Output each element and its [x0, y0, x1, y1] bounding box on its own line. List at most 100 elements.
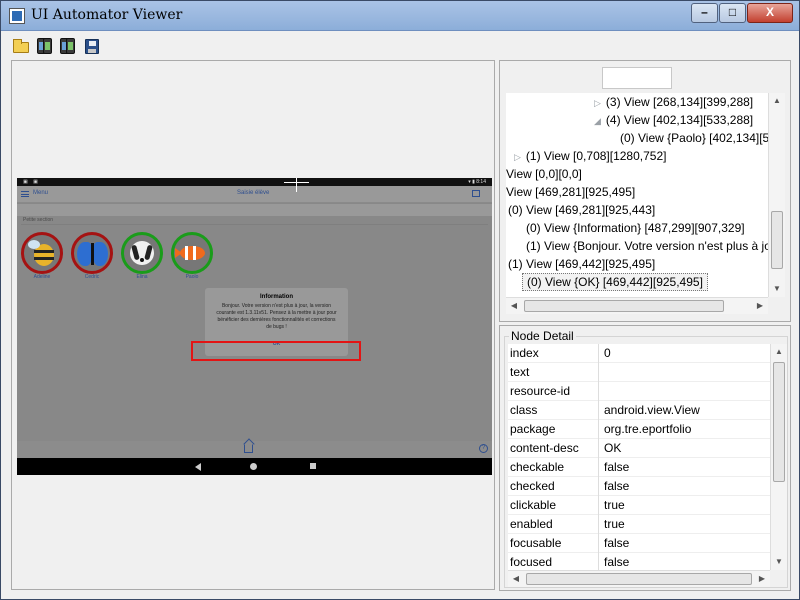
- selected-node-highlight: [191, 341, 361, 361]
- scroll-thumb[interactable]: [773, 362, 785, 482]
- column-divider: [598, 439, 599, 458]
- menu-label[interactable]: Menu: [33, 190, 48, 196]
- device-screenshot-compressed-icon[interactable]: [60, 38, 78, 54]
- column-divider: [598, 553, 599, 570]
- minimize-button[interactable]: –: [691, 3, 718, 23]
- student-avatar-adeline[interactable]: [21, 232, 63, 274]
- tree-vertical-scrollbar[interactable]: ▲ ▼: [768, 93, 785, 297]
- recents-icon[interactable]: [310, 463, 316, 469]
- home-icon[interactable]: [244, 444, 253, 453]
- scroll-thumb[interactable]: [524, 300, 724, 312]
- student-name: Paolo: [185, 274, 199, 280]
- detail-row[interactable]: index 0: [508, 344, 770, 363]
- section-label: Petite section: [23, 217, 54, 223]
- detail-row[interactable]: package org.tre.eportfolio: [508, 420, 770, 439]
- scroll-thumb[interactable]: [771, 211, 783, 269]
- detail-value[interactable]: [604, 365, 770, 381]
- tree-node[interactable]: (0) View {OK} [469,442][925,495]: [522, 273, 708, 291]
- scroll-down-icon[interactable]: ▼: [771, 554, 787, 570]
- detail-row[interactable]: focused false: [508, 553, 770, 570]
- hierarchy-filter-input[interactable]: [602, 67, 672, 89]
- column-divider: [598, 420, 599, 439]
- student-avatar-elina[interactable]: [121, 232, 163, 274]
- scroll-right-icon[interactable]: ▶: [752, 298, 768, 314]
- detail-row[interactable]: content-desc OK: [508, 439, 770, 458]
- scroll-up-icon[interactable]: ▲: [771, 344, 787, 360]
- scroll-left-icon[interactable]: ◀: [506, 298, 522, 314]
- tree-node[interactable]: (0) View {Paolo} [402,134][533,288]: [620, 129, 768, 147]
- detail-row[interactable]: class android.view.View: [508, 401, 770, 420]
- node-detail-table[interactable]: index 0 text resource-id class android.view.V…: [508, 344, 770, 570]
- detail-horizontal-scrollbar[interactable]: ◀ ▶: [508, 570, 770, 587]
- back-icon[interactable]: [195, 463, 201, 471]
- detail-value[interactable]: false: [604, 460, 770, 476]
- detail-row[interactable]: clickable true: [508, 496, 770, 515]
- scroll-left-icon[interactable]: ◀: [508, 571, 524, 587]
- scroll-down-icon[interactable]: ▼: [769, 281, 785, 297]
- detail-value[interactable]: false: [604, 536, 770, 552]
- detail-key: index: [510, 346, 539, 360]
- column-divider: [598, 458, 599, 477]
- student-name: Elina: [136, 274, 148, 280]
- tree-node-label: (3) View [268,134][399,288]: [605, 95, 754, 109]
- title-bar: UI Automator Viewer – □ X: [1, 1, 799, 31]
- detail-row[interactable]: checked false: [508, 477, 770, 496]
- detail-row[interactable]: focusable false: [508, 534, 770, 553]
- nav-home-icon[interactable]: [250, 463, 257, 470]
- detail-row[interactable]: enabled true: [508, 515, 770, 534]
- column-divider: [598, 344, 599, 363]
- tree-node[interactable]: (0) View [469,281][925,443]: [508, 201, 655, 219]
- tree-node[interactable]: (1) View [469,442][925,495]: [508, 255, 655, 273]
- floppy-disk-icon[interactable]: [85, 39, 99, 54]
- detail-vertical-scrollbar[interactable]: ▲ ▼: [770, 344, 787, 570]
- tree-node[interactable]: (0) View {Information} [487,299][907,329…: [526, 219, 745, 237]
- close-button[interactable]: X: [747, 3, 793, 23]
- hierarchy-tree[interactable]: ▷ (3) View [268,134][399,288] ◢ (4) View [4…: [506, 93, 768, 297]
- node-detail-title: Node Detail: [509, 329, 576, 343]
- calendar-icon[interactable]: [472, 190, 480, 197]
- student-avatar-cedric[interactable]: [71, 232, 113, 274]
- tree-node[interactable]: View [469,281][925,495]: [506, 183, 635, 201]
- scroll-thumb[interactable]: [526, 573, 752, 585]
- device-screenshot-icon[interactable]: [37, 38, 55, 54]
- detail-value[interactable]: true: [604, 517, 770, 533]
- folder-open-icon[interactable]: [13, 39, 29, 53]
- hamburger-menu-icon[interactable]: [21, 191, 29, 197]
- detail-row[interactable]: resource-id: [508, 382, 770, 401]
- column-divider: [598, 401, 599, 420]
- tree-node-label: (4) View [402,134][533,288]: [605, 113, 754, 127]
- node-detail-pane: Node Detail index 0 text resource-id class an…: [499, 325, 791, 591]
- hierarchy-pane: ▷ (3) View [268,134][399,288] ◢ (4) View [4…: [499, 60, 791, 322]
- scroll-up-icon[interactable]: ▲: [769, 93, 785, 109]
- tree-node-label: (0) View [469,281][925,443]: [508, 203, 656, 217]
- tree-horizontal-scrollbar[interactable]: ◀ ▶: [506, 297, 768, 314]
- detail-value[interactable]: false: [604, 555, 770, 570]
- tree-expand-icon[interactable]: ▷: [594, 98, 601, 108]
- detail-value[interactable]: org.tre.eportfolio: [604, 422, 770, 438]
- detail-value[interactable]: OK: [604, 441, 770, 457]
- column-divider: [598, 477, 599, 496]
- detail-value[interactable]: false: [604, 479, 770, 495]
- maximize-button[interactable]: □: [719, 3, 746, 23]
- scroll-right-icon[interactable]: ▶: [754, 571, 770, 587]
- detail-value[interactable]: true: [604, 498, 770, 514]
- app-icon: [9, 8, 25, 24]
- tree-node-label: (1) View {Bonjour. Votre version n'est p…: [526, 239, 768, 253]
- tree-node[interactable]: ▷ (3) View [268,134][399,288]: [594, 93, 753, 111]
- detail-value[interactable]: android.view.View: [604, 403, 770, 419]
- detail-row[interactable]: text: [508, 363, 770, 382]
- tree-expand-icon[interactable]: ▷: [514, 152, 521, 162]
- help-icon[interactable]: ?: [479, 444, 488, 453]
- tree-expand-icon[interactable]: ◢: [594, 116, 601, 126]
- detail-value[interactable]: 0: [604, 346, 770, 362]
- tree-node[interactable]: ▷ (1) View [0,708][1280,752]: [514, 147, 666, 165]
- device-app-bar: Menu Saisie élève: [17, 186, 492, 203]
- tree-node[interactable]: View [0,0][0,0]: [506, 165, 582, 183]
- detail-row[interactable]: checkable false: [508, 458, 770, 477]
- tree-node[interactable]: ◢ (4) View [402,134][533,288]: [594, 111, 753, 129]
- detail-value[interactable]: [604, 384, 770, 400]
- device-screenshot[interactable]: ▣ ▣ ▾ ▮ 8:14 Menu Saisie élève Petite se…: [17, 178, 492, 475]
- device-status-bar: ▣ ▣ ▾ ▮ 8:14: [17, 178, 492, 186]
- student-avatar-paolo[interactable]: [171, 232, 213, 274]
- tree-node[interactable]: (1) View {Bonjour. Votre version n'est p…: [526, 237, 768, 255]
